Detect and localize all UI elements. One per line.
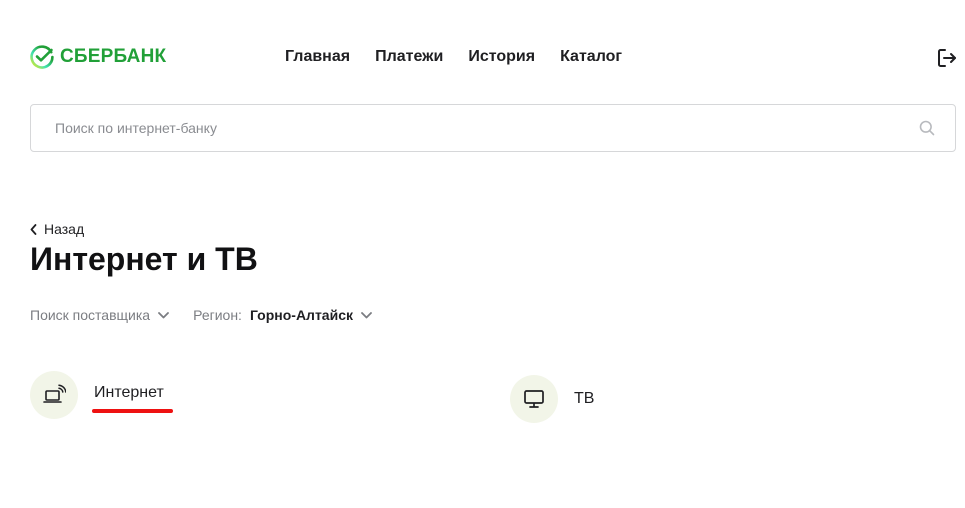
chevron-down-icon xyxy=(361,312,372,319)
category-label: ТВ xyxy=(574,390,595,407)
page-title: Интернет и ТВ xyxy=(30,241,258,277)
nav-item-payments[interactable]: Платежи xyxy=(375,47,443,67)
sber-logo[interactable]: СБЕРБАНК xyxy=(30,44,166,70)
category-icon-wrap xyxy=(30,371,78,419)
search-input[interactable] xyxy=(55,105,915,151)
provider-search-dropdown[interactable]: Поиск поставщика xyxy=(30,306,169,324)
category-tv[interactable]: ТВ xyxy=(510,375,594,423)
filters-bar: Поиск поставщика Регион: Горно-Алтайск xyxy=(30,306,372,324)
category-label: Интернет xyxy=(94,383,164,401)
back-link[interactable]: Назад xyxy=(30,221,84,237)
page: СБЕРБАНК Главная Платежи История Каталог… xyxy=(0,0,965,508)
provider-search-label: Поиск поставщика xyxy=(30,307,151,323)
highlight-underline xyxy=(92,409,173,413)
category-icon-wrap xyxy=(510,375,558,423)
back-label: Назад xyxy=(44,221,85,237)
logout-icon[interactable] xyxy=(936,47,958,69)
region-label: Регион: xyxy=(193,307,242,323)
chevron-down-icon xyxy=(158,312,169,319)
laptop-wifi-icon xyxy=(43,384,66,403)
search-icon[interactable] xyxy=(919,120,935,136)
nav-item-history[interactable]: История xyxy=(468,47,535,67)
brand-name: СБЕРБАНК xyxy=(60,46,167,67)
nav-item-catalog[interactable]: Каталог xyxy=(560,47,622,67)
main-nav: Главная Платежи История Каталог xyxy=(285,47,622,67)
sber-logo-icon xyxy=(30,45,54,69)
monitor-icon xyxy=(524,390,544,408)
nav-item-home[interactable]: Главная xyxy=(285,47,350,67)
region-value: Горно-Алтайск xyxy=(249,307,353,323)
region-dropdown[interactable]: Регион: Горно-Алтайск xyxy=(193,306,372,324)
search-box xyxy=(30,104,956,152)
chevron-left-icon xyxy=(30,223,37,235)
